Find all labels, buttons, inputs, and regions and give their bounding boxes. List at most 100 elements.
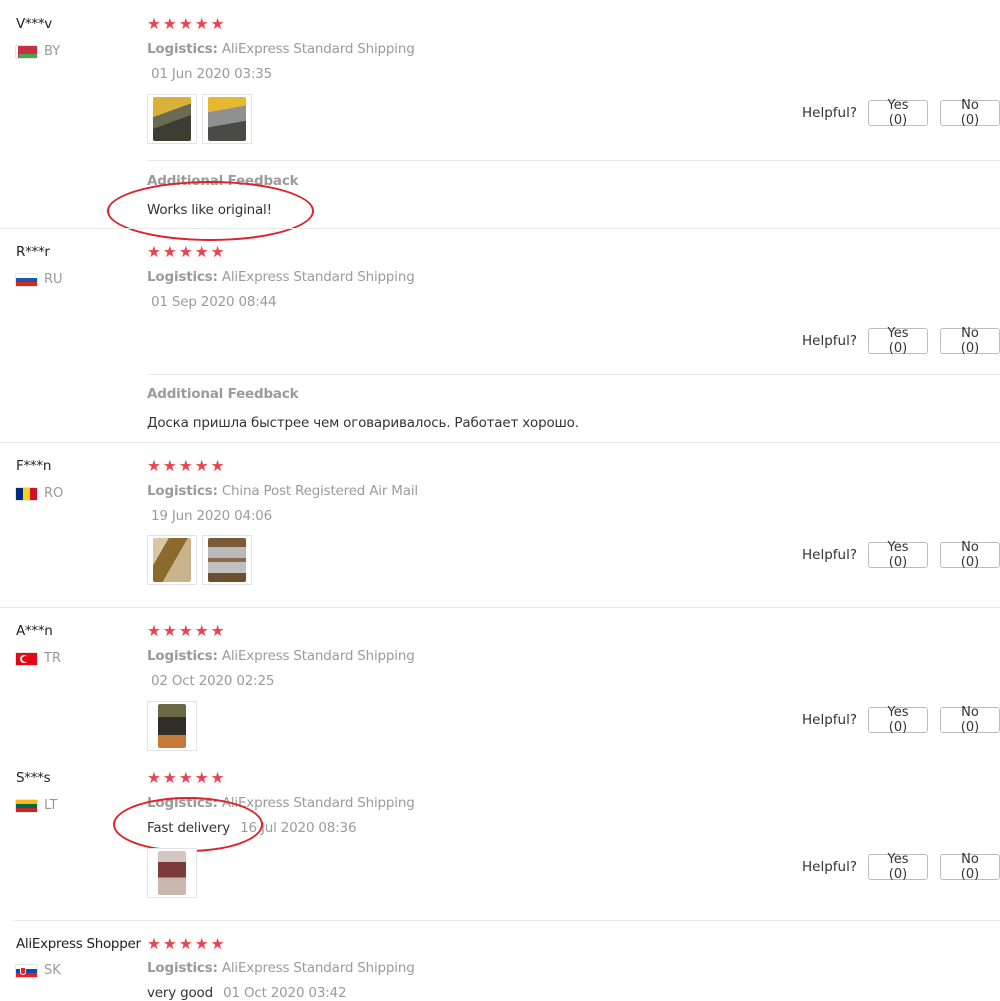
star-icon: ★ xyxy=(162,935,177,953)
star-icon: ★ xyxy=(162,243,177,261)
review-photos xyxy=(147,94,252,144)
star-icon: ★ xyxy=(178,769,193,787)
review-photo-thumbnail[interactable] xyxy=(147,535,197,585)
logistics-label: Logistics: xyxy=(147,795,218,811)
review-photo-thumbnail[interactable] xyxy=(202,94,252,144)
helpful-yes-button[interactable]: Yes (0) xyxy=(868,326,929,356)
lithuania-flag-icon xyxy=(16,799,37,812)
additional-feedback-title: Additional Feedback xyxy=(147,173,299,189)
rating-stars: ★ ★ ★ ★ ★ xyxy=(147,15,225,33)
logistics-info: Logistics: AliExpress Standard Shipping xyxy=(147,960,415,976)
logistics-info: Logistics: AliExpress Standard Shipping xyxy=(147,41,415,57)
star-icon: ★ xyxy=(147,243,161,261)
country-code: SK xyxy=(44,963,61,978)
star-icon: ★ xyxy=(178,935,193,953)
helpful-label: Helpful? xyxy=(802,105,858,121)
logistics-info: Logistics: AliExpress Standard Shipping xyxy=(147,795,415,811)
additional-feedback-text: Доска пришла быстрее чем оговаривалось. … xyxy=(147,415,579,431)
helpful-label: Helpful? xyxy=(802,712,858,728)
russia-flag-icon xyxy=(16,273,37,286)
review-photos xyxy=(147,535,252,585)
helpful-label: Helpful? xyxy=(802,859,858,875)
turkey-flag-icon xyxy=(16,652,37,665)
review-date: 02 Oct 2020 02:25 xyxy=(151,673,275,689)
helpful-no-button[interactable]: No (0) xyxy=(940,852,1000,882)
star-icon: ★ xyxy=(194,935,209,953)
helpful-yes-button[interactable]: Yes (0) xyxy=(868,705,929,735)
helpful-label: Helpful? xyxy=(802,333,858,349)
star-icon: ★ xyxy=(162,622,177,640)
country-code: LT xyxy=(44,798,58,813)
belarus-flag-icon xyxy=(16,45,37,58)
reviewer-name: A***n xyxy=(16,623,53,639)
divider xyxy=(147,374,1000,375)
logistics-info: Logistics: AliExpress Standard Shipping xyxy=(147,648,415,664)
additional-feedback-title: Additional Feedback xyxy=(147,386,299,402)
helpful-yes-button[interactable]: Yes (0) xyxy=(868,540,929,570)
logistics-label: Logistics: xyxy=(147,41,218,57)
review-feedback-text: very good xyxy=(147,985,213,1001)
helpful-vote: Helpful? Yes (0) No (0) xyxy=(802,852,1000,882)
logistics-info: Logistics: AliExpress Standard Shipping xyxy=(147,269,415,285)
star-icon: ★ xyxy=(147,935,161,953)
star-icon: ★ xyxy=(210,935,225,953)
helpful-yes-button[interactable]: Yes (0) xyxy=(868,852,929,882)
rating-stars: ★ ★ ★ ★ ★ xyxy=(147,622,225,640)
helpful-no-button[interactable]: No (0) xyxy=(940,705,1000,735)
star-icon: ★ xyxy=(162,15,177,33)
logistics-method: China Post Registered Air Mail xyxy=(221,483,418,499)
star-icon: ★ xyxy=(194,243,209,261)
star-icon: ★ xyxy=(210,243,225,261)
star-icon: ★ xyxy=(162,769,177,787)
logistics-label: Logistics: xyxy=(147,269,218,285)
star-icon: ★ xyxy=(194,622,209,640)
review-separator xyxy=(0,607,1000,608)
rating-stars: ★ ★ ★ ★ ★ xyxy=(147,457,225,475)
helpful-yes-button[interactable]: Yes (0) xyxy=(868,98,929,128)
star-icon: ★ xyxy=(147,622,161,640)
additional-feedback-text: Works like original! xyxy=(147,202,272,218)
helpful-vote: Helpful? Yes (0) No (0) xyxy=(802,326,1000,356)
review-feedback-text: Fast delivery xyxy=(147,820,231,836)
star-icon: ★ xyxy=(178,457,193,475)
logistics-method: AliExpress Standard Shipping xyxy=(221,269,415,285)
rating-stars: ★ ★ ★ ★ ★ xyxy=(147,935,225,953)
review-photo-thumbnail[interactable] xyxy=(147,701,197,751)
helpful-no-button[interactable]: No (0) xyxy=(940,540,1000,570)
helpful-no-button[interactable]: No (0) xyxy=(940,98,1000,128)
review-photos xyxy=(147,848,197,898)
star-icon: ★ xyxy=(210,769,225,787)
country-code: RU xyxy=(44,272,63,287)
star-icon: ★ xyxy=(178,622,193,640)
review-separator xyxy=(0,442,1000,443)
star-icon: ★ xyxy=(178,243,193,261)
reviewer-name: V***v xyxy=(16,16,52,32)
logistics-info: Logistics: China Post Registered Air Mai… xyxy=(147,483,418,499)
star-icon: ★ xyxy=(147,457,161,475)
helpful-no-button[interactable]: No (0) xyxy=(940,326,1000,356)
logistics-label: Logistics: xyxy=(147,648,218,664)
reviewer-country: LT xyxy=(16,798,57,813)
reviewer-name: S***s xyxy=(16,770,51,786)
logistics-method: AliExpress Standard Shipping xyxy=(221,648,415,664)
review-date: 01 Sep 2020 08:44 xyxy=(151,294,277,310)
review-photo-thumbnail[interactable] xyxy=(147,848,197,898)
helpful-vote: Helpful? Yes (0) No (0) xyxy=(802,540,1000,570)
logistics-method: AliExpress Standard Shipping xyxy=(221,960,415,976)
star-icon: ★ xyxy=(194,769,209,787)
review-photos xyxy=(147,701,197,751)
review-date: 16 Jul 2020 08:36 xyxy=(240,820,357,836)
reviewer-name: F***n xyxy=(16,458,52,474)
star-icon: ★ xyxy=(194,15,209,33)
reviewer-name: AliExpress Shopper xyxy=(16,936,141,952)
reviewer-country: SK xyxy=(16,963,61,978)
review-photo-thumbnail[interactable] xyxy=(202,535,252,585)
logistics-method: AliExpress Standard Shipping xyxy=(221,795,415,811)
country-code: RO xyxy=(44,486,64,501)
star-icon: ★ xyxy=(210,457,225,475)
star-icon: ★ xyxy=(210,15,225,33)
review-photo-thumbnail[interactable] xyxy=(147,94,197,144)
divider xyxy=(147,160,1000,161)
logistics-method: AliExpress Standard Shipping xyxy=(221,41,415,57)
romania-flag-icon xyxy=(16,487,37,500)
